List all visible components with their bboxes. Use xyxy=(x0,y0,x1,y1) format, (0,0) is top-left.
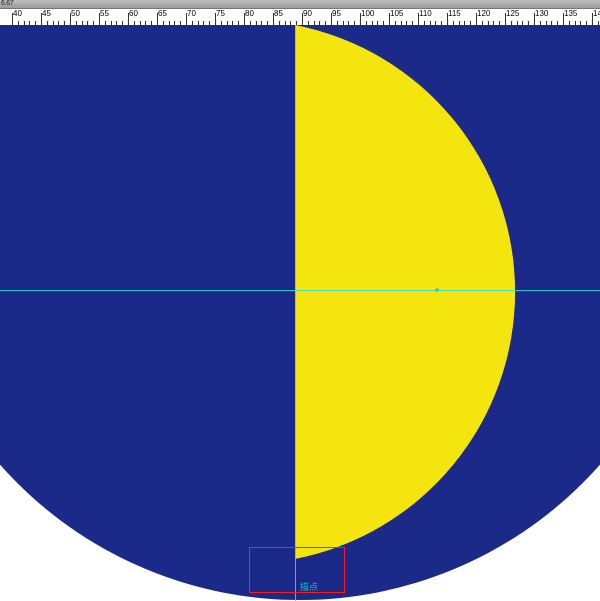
ruler-tick-label: 95 xyxy=(332,9,341,18)
ruler-tick-label: 120 xyxy=(477,9,490,18)
ruler-tick-label: 85 xyxy=(274,9,283,18)
guide-vertical[interactable] xyxy=(295,25,296,601)
ruler-tick-label: 45 xyxy=(42,9,51,18)
ruler-tick-label: 105 xyxy=(390,9,403,18)
ruler-tick-label: 140 xyxy=(593,9,600,18)
ruler-tick-label: 75 xyxy=(216,9,225,18)
ruler-tick-label: 80 xyxy=(245,9,254,18)
app-window: 6.67 40 45 50 55 60 65 70 75 80 85 90 95 100 105 110 11… xyxy=(0,0,600,601)
zoom-level: 6.67 xyxy=(0,0,13,8)
canvas-area[interactable]: 描点 xyxy=(0,25,600,601)
ruler-tick-label: 65 xyxy=(158,9,167,18)
anchor-point[interactable] xyxy=(436,289,439,292)
document-artwork xyxy=(0,25,600,601)
ruler-tick-label: 130 xyxy=(535,9,548,18)
guide-horizontal[interactable] xyxy=(0,290,600,291)
ruler-horizontal[interactable]: 40 45 50 55 60 65 70 75 80 85 90 95 100 105 110 115 120 1… xyxy=(0,8,600,26)
ruler-tick-label: 60 xyxy=(129,9,138,18)
ruler-tick-label: 40 xyxy=(13,9,22,18)
ruler-tick-label: 100 xyxy=(361,9,374,18)
ruler-tick-label: 135 xyxy=(564,9,577,18)
annotation-label: 描点 xyxy=(300,580,318,593)
annotation-box xyxy=(249,547,345,593)
ruler-tick-label: 50 xyxy=(71,9,80,18)
ruler-tick-label: 90 xyxy=(303,9,312,18)
ruler-tick-label: 125 xyxy=(506,9,519,18)
ruler-tick-label: 70 xyxy=(187,9,196,18)
ruler-tick-label: 115 xyxy=(448,9,461,18)
ruler-tick-label: 55 xyxy=(100,9,109,18)
ruler-tick-label: 110 xyxy=(419,9,432,18)
